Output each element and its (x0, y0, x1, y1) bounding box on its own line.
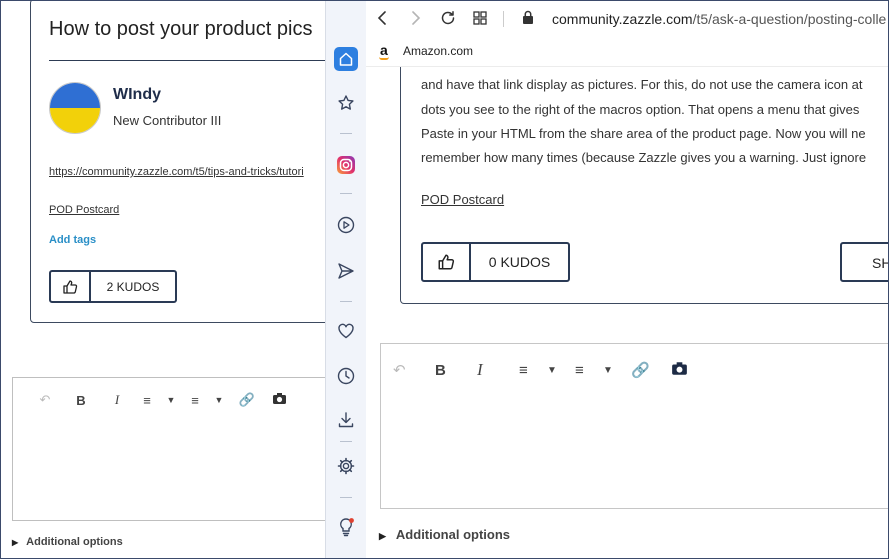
undo-icon[interactable]: ↶ (27, 392, 63, 408)
bookmarks-bar: a Amazon.com (366, 37, 888, 67)
camera-icon[interactable] (671, 361, 707, 380)
chevron-down-icon[interactable]: ▼ (603, 365, 631, 376)
chevron-down-icon[interactable]: ▼ (159, 395, 183, 405)
sidebar-divider (340, 301, 352, 302)
italic-button[interactable]: I (99, 392, 135, 408)
editor-toolbar: ↶ B I ≡ ▼ ≡ ▼ 🔗 (393, 360, 707, 380)
additional-options-toggle[interactable]: ▶ Additional options (379, 527, 510, 542)
post-body-line: dots you see to the right of the macros … (421, 102, 860, 117)
chevron-down-icon[interactable]: ▼ (547, 365, 575, 376)
camera-icon[interactable] (263, 392, 295, 408)
bullet-list-icon[interactable]: ≡ (135, 393, 159, 408)
sidebar-divider (340, 441, 352, 442)
share-button[interactable]: SH (840, 242, 888, 282)
lightbulb-icon[interactable] (334, 515, 358, 539)
label-link[interactable]: POD Postcard (49, 204, 119, 216)
kudos-button[interactable]: 2 KUDOS (49, 270, 177, 303)
kudos-count: 2 KUDOS (106, 279, 160, 294)
star-icon[interactable] (334, 91, 358, 115)
browser-window: community.zazzle.com/t5/ask-a-question/p… (366, 1, 888, 558)
thumbs-up-icon[interactable] (423, 244, 471, 280)
numbered-list-icon[interactable]: ≡ (575, 362, 603, 379)
additional-options-label: Additional options (26, 536, 123, 548)
refresh-icon[interactable] (440, 10, 456, 31)
tutorial-link[interactable]: https://community.zazzle.com/t5/tips-and… (49, 166, 304, 178)
left-window: How to post your product pics WIndy New … (1, 1, 326, 558)
sidebar-divider (340, 193, 352, 194)
kudos-button[interactable]: 0 KUDOS (421, 242, 570, 282)
url-domain: community.zazzle.com (552, 11, 693, 27)
heart-icon[interactable] (334, 319, 358, 343)
gear-icon[interactable] (334, 454, 358, 478)
amazon-smile-icon (379, 57, 389, 60)
instagram-icon[interactable] (334, 153, 358, 177)
sidebar-divider (340, 497, 352, 498)
title-divider (49, 60, 326, 61)
play-icon[interactable] (334, 213, 358, 237)
post-body-line: remember how many times (because Zazzle … (421, 150, 867, 165)
forward-icon[interactable] (410, 11, 422, 30)
numbered-list-icon[interactable]: ≡ (183, 393, 207, 408)
sidebar-divider (340, 133, 352, 134)
home-icon[interactable] (334, 47, 358, 71)
chevron-down-icon[interactable]: ▼ (207, 395, 231, 405)
reply-editor[interactable]: ↶ B I ≡ ▼ ≡ ▼ 🔗 (12, 377, 326, 521)
avatar[interactable] (49, 82, 101, 134)
undo-icon[interactable]: ↶ (393, 361, 435, 379)
download-icon[interactable] (334, 408, 358, 432)
lock-icon[interactable] (522, 10, 534, 30)
reply-editor[interactable]: ↶ B I ≡ ▼ ≡ ▼ 🔗 (380, 343, 888, 509)
kudos-count: 0 KUDOS (488, 254, 551, 270)
add-tags-link[interactable]: Add tags (49, 234, 96, 246)
bullet-list-icon[interactable]: ≡ (519, 362, 547, 379)
bold-button[interactable]: B (435, 362, 477, 379)
post-card: How to post your product pics WIndy New … (30, 1, 326, 323)
link-icon[interactable]: 🔗 (231, 392, 263, 408)
post-title: How to post your product pics (49, 18, 313, 40)
editor-toolbar: ↶ B I ≡ ▼ ≡ ▼ 🔗 (27, 392, 295, 408)
url-path: /t5/ask-a-question/posting-colle (692, 11, 887, 27)
post-body-line: Paste in your HTML from the share area o… (421, 126, 866, 141)
label-link[interactable]: POD Postcard (421, 192, 504, 207)
post-body-line: and have that link display as pictures. … (421, 77, 863, 92)
bookmark-amazon[interactable]: Amazon.com (403, 44, 473, 58)
address-bar[interactable]: community.zazzle.com/t5/ask-a-question/p… (552, 11, 886, 27)
divider (503, 11, 504, 27)
bold-button[interactable]: B (63, 393, 99, 408)
send-icon[interactable] (334, 259, 358, 283)
clock-icon[interactable] (334, 364, 358, 388)
back-icon[interactable] (376, 11, 388, 30)
additional-options-label: Additional options (395, 527, 511, 542)
author-rank: New Contributor III (113, 113, 222, 128)
tab-grid-icon[interactable] (473, 11, 487, 30)
additional-options-toggle[interactable]: ▶ Additional options (12, 536, 123, 548)
link-icon[interactable]: 🔗 (631, 361, 671, 379)
thumbs-up-icon[interactable] (51, 272, 91, 301)
author-name[interactable]: WIndy (113, 86, 161, 104)
browser-sidebar (325, 1, 366, 558)
amazon-icon: a (380, 42, 388, 58)
italic-button[interactable]: I (477, 360, 519, 380)
nav-bar: community.zazzle.com/t5/ask-a-question/p… (366, 1, 888, 37)
